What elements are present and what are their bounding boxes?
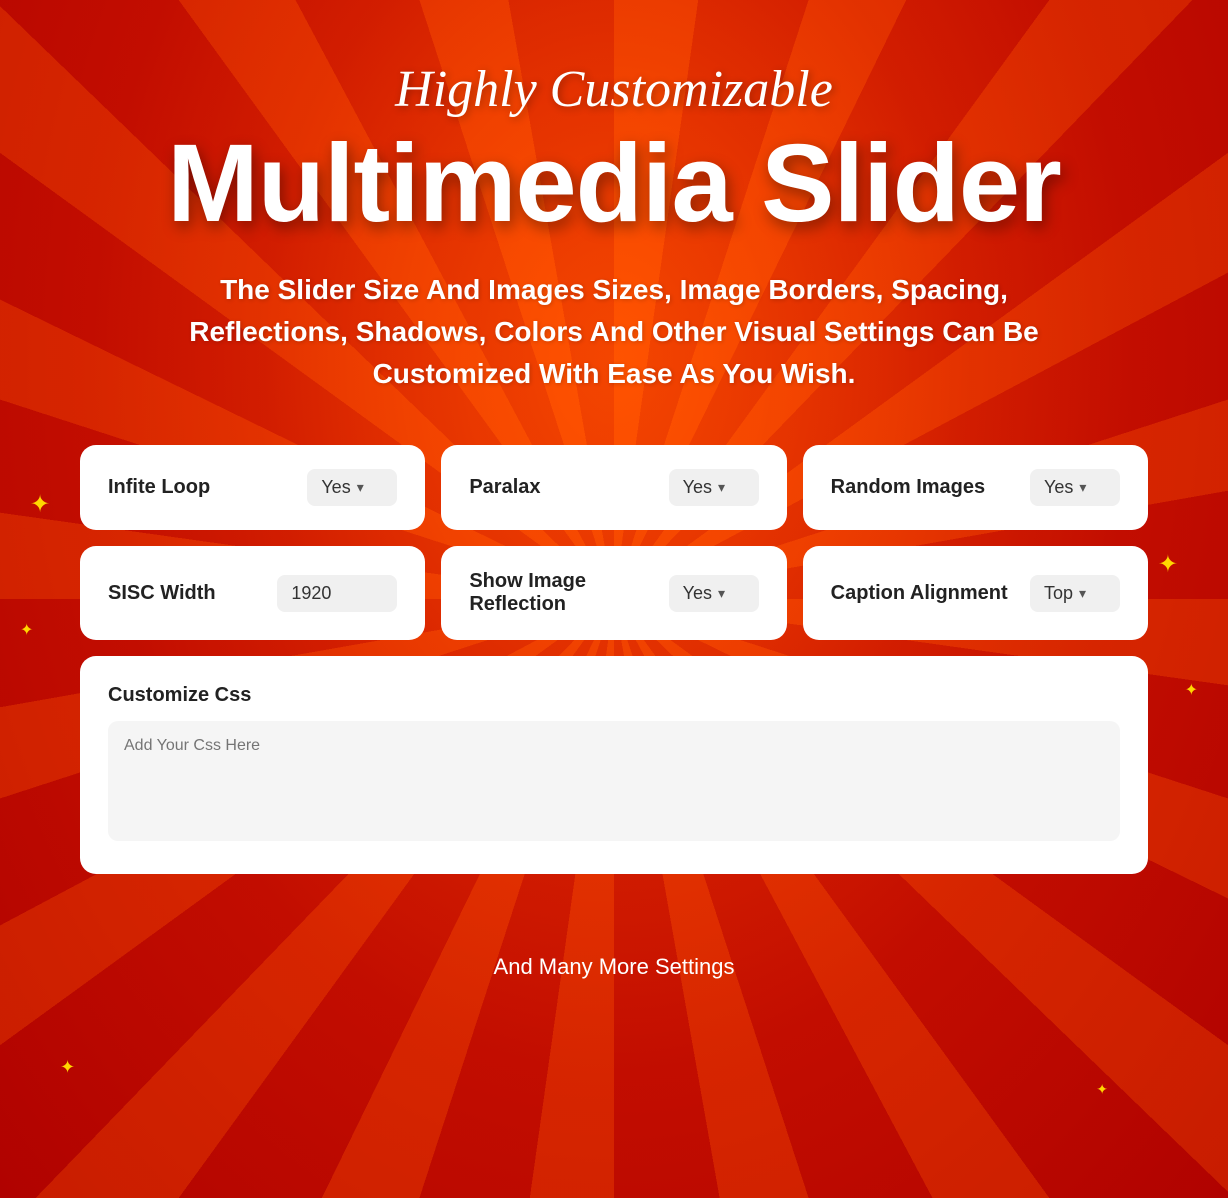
description: The Slider Size And Images Sizes, Image … [164,269,1064,395]
setting-card-paralax: Paralax Yes ▾ [441,445,786,530]
caption-alignment-control: Top ▾ [1030,575,1120,612]
sparkle-icon: ✦ [60,1057,75,1078]
main-title: Multimedia Slider [167,129,1061,239]
chevron-down-icon: ▾ [1079,479,1086,496]
caption-alignment-dropdown[interactable]: Top ▾ [1030,575,1120,612]
chevron-down-icon: ▾ [1079,585,1086,602]
hero-section: ✦ ✦ ✦ ✦ ✦ ✦ Highly Customizable Multimed… [0,0,1228,1198]
sparkle-icon: ✦ [1158,550,1178,579]
main-content: Highly Customizable Multimedia Slider Th… [0,0,1228,914]
show-image-reflection-dropdown[interactable]: Yes ▾ [669,575,759,612]
settings-row-2: SISC Width Show Image Reflection Yes ▾ [80,546,1148,640]
css-textarea[interactable] [108,721,1120,841]
paralax-value: Yes [683,477,712,498]
settings-container: Infite Loop Yes ▾ Paralax Yes ▾ [80,445,1148,874]
customize-css-label: Customize Css [108,684,1120,707]
sparkle-icon: ✦ [1185,680,1198,700]
subtitle: Highly Customizable [395,60,833,119]
show-image-reflection-control: Yes ▾ [669,575,759,612]
infinite-loop-value: Yes [321,477,350,498]
sparkle-icon: ✦ [1096,1081,1108,1098]
footer-text: And Many More Settings [494,954,735,980]
chevron-down-icon: ▾ [718,479,725,496]
paralax-dropdown[interactable]: Yes ▾ [669,469,759,506]
caption-alignment-value: Top [1044,583,1073,604]
random-images-value: Yes [1044,477,1073,498]
customize-css-card: Customize Css [80,656,1148,874]
setting-card-infinite-loop: Infite Loop Yes ▾ [80,445,425,530]
paralax-label: Paralax [469,476,540,499]
paralax-control: Yes ▾ [669,469,759,506]
sparkle-icon: ✦ [30,490,50,519]
sisc-width-control [277,575,397,612]
random-images-label: Random Images [831,476,985,499]
show-image-reflection-value: Yes [683,583,712,604]
setting-card-show-image-reflection: Show Image Reflection Yes ▾ [441,546,786,640]
sisc-width-input[interactable] [277,575,397,612]
sparkle-icon: ✦ [20,620,33,640]
setting-card-sisc-width: SISC Width [80,546,425,640]
caption-alignment-label: Caption Alignment [831,582,1008,605]
settings-row-1: Infite Loop Yes ▾ Paralax Yes ▾ [80,445,1148,530]
random-images-control: Yes ▾ [1030,469,1120,506]
setting-card-random-images: Random Images Yes ▾ [803,445,1148,530]
chevron-down-icon: ▾ [357,479,364,496]
infinite-loop-control: Yes ▾ [307,469,397,506]
chevron-down-icon: ▾ [718,585,725,602]
sisc-width-label: SISC Width [108,582,216,605]
infinite-loop-label: Infite Loop [108,476,210,499]
random-images-dropdown[interactable]: Yes ▾ [1030,469,1120,506]
setting-card-caption-alignment: Caption Alignment Top ▾ [803,546,1148,640]
show-image-reflection-label: Show Image Reflection [469,570,668,616]
infinite-loop-dropdown[interactable]: Yes ▾ [307,469,397,506]
